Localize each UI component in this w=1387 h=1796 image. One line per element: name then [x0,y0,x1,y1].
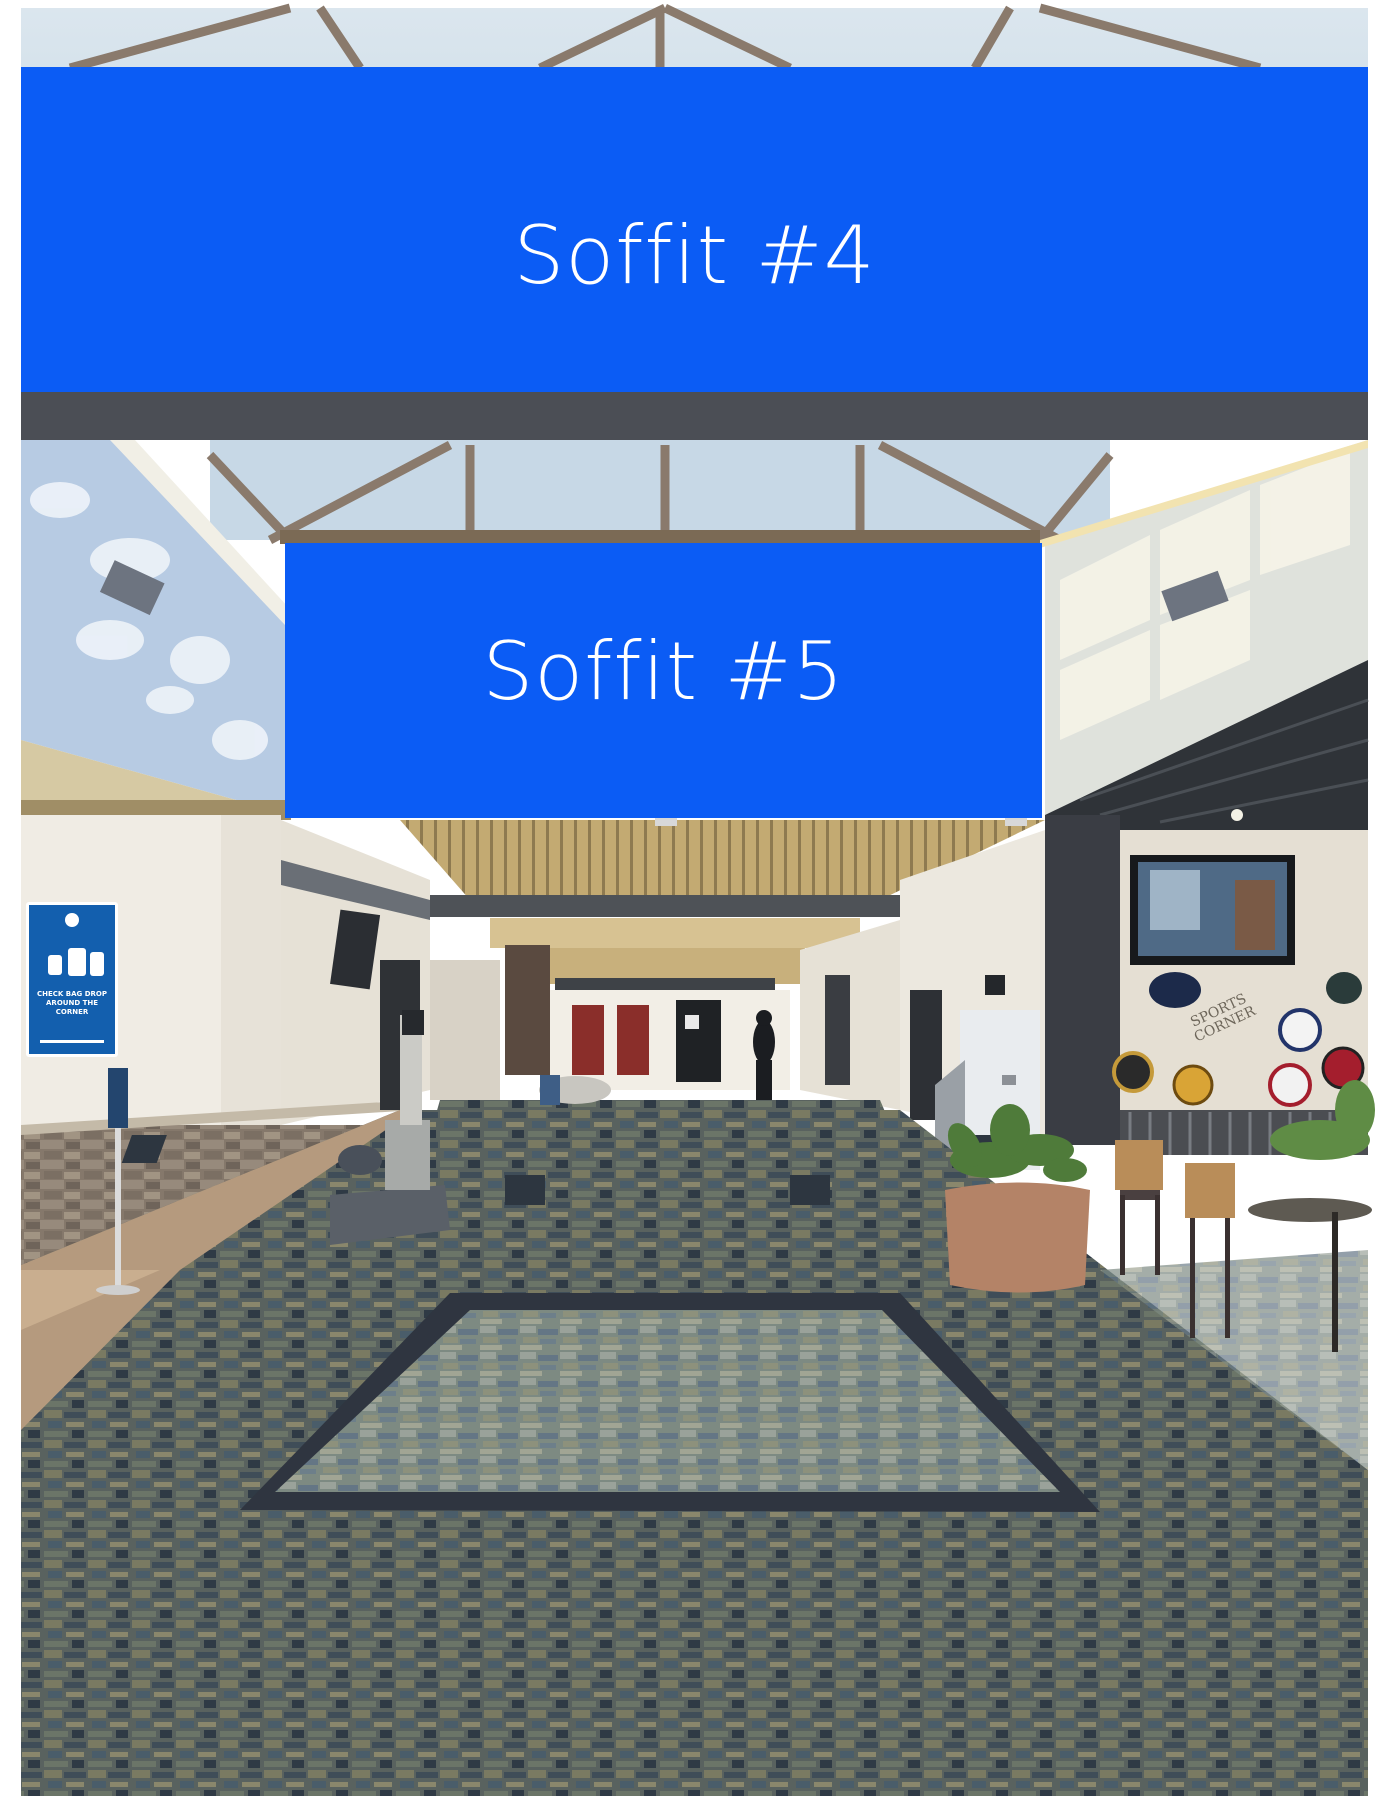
soffit-4-label: Soffit #4 [513,209,876,302]
soffit-5-label: Soffit #5 [482,625,845,718]
check-bag-sign-text: CHECK BAG DROP AROUND THE CORNER [37,990,107,1016]
